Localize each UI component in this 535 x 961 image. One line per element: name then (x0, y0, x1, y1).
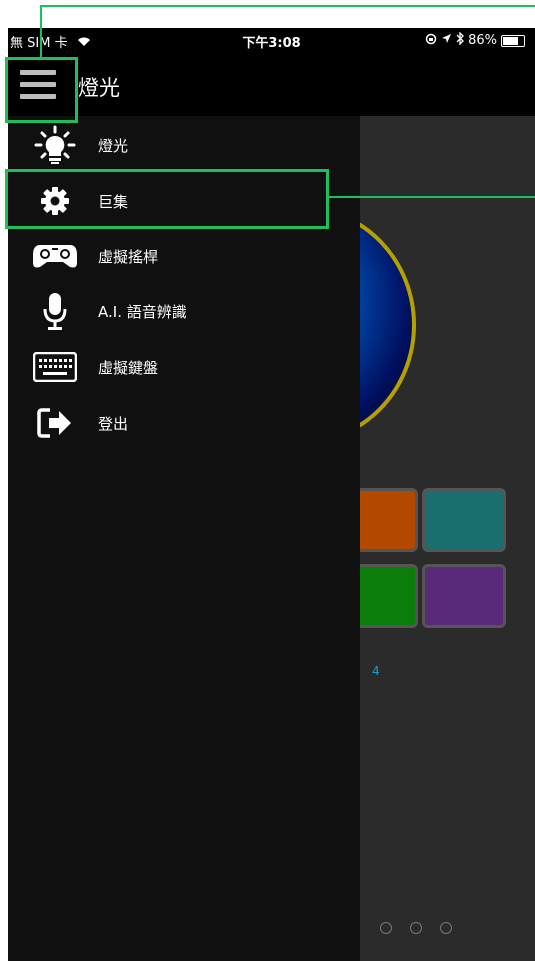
menu-item-label: 虛擬鍵盤 (98, 358, 159, 377)
menu-item-voice-recognition[interactable]: A.I. 語音辨識 (8, 284, 360, 338)
menu-item-label: 虛擬搖桿 (98, 247, 159, 266)
color-swatch[interactable] (422, 488, 506, 552)
menu-item-label: 巨集 (98, 192, 129, 211)
color-swatch[interactable] (422, 564, 506, 628)
menu-item-logout[interactable]: 登出 (8, 396, 360, 450)
menu-item-label: A.I. 語音辨識 (98, 302, 187, 321)
bluetooth-icon (456, 31, 465, 49)
page-dot[interactable] (410, 922, 422, 934)
menu-item-lighting[interactable]: 燈光 (8, 118, 360, 172)
keyboard-icon (30, 347, 80, 387)
page-number: 4 (372, 664, 380, 678)
logout-icon (30, 403, 80, 443)
rotation-lock-icon (425, 33, 437, 49)
battery-percent: 86% (468, 33, 497, 48)
page-dot[interactable] (380, 922, 392, 934)
page-indicator[interactable] (380, 922, 452, 934)
callout-line (40, 5, 535, 7)
gamepad-icon (30, 236, 80, 276)
status-bar: 無 SIM 卡 下午3:08 86% (8, 28, 535, 54)
page-dot[interactable] (440, 922, 452, 934)
menu-item-virtual-keyboard[interactable]: 虛擬鍵盤 (8, 340, 360, 394)
microphone-icon (30, 291, 80, 331)
hamburger-menu-icon[interactable] (20, 70, 56, 100)
gear-icon (30, 181, 80, 221)
app-bar: 燈光 (8, 54, 535, 116)
navigation-drawer: 燈光 巨集 虛擬搖桿 A.I. 語音辨識 虛擬鍵盤 登出 (8, 116, 360, 961)
menu-item-label: 登出 (98, 414, 129, 433)
lightbulb-icon (30, 125, 80, 165)
location-icon (441, 33, 452, 48)
page-title: 燈光 (78, 76, 120, 100)
battery-icon (501, 34, 525, 47)
menu-item-virtual-joystick[interactable]: 虛擬搖桿 (8, 229, 360, 283)
system-status: 86% (425, 31, 525, 49)
menu-item-macro[interactable]: 巨集 (8, 174, 360, 228)
menu-item-label: 燈光 (98, 136, 129, 155)
